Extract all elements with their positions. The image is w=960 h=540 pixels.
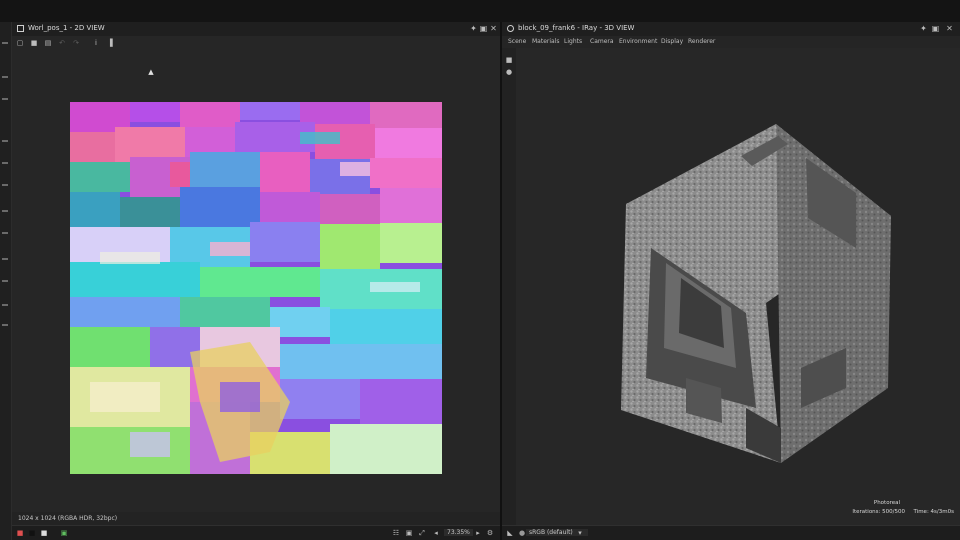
tool-icon[interactable] <box>2 210 8 212</box>
menu-camera[interactable]: Camera <box>590 38 614 45</box>
uv-texture-image <box>70 102 442 474</box>
resize-icon[interactable]: ◣ <box>506 529 514 537</box>
menu-scene[interactable]: Scene <box>508 38 526 45</box>
zoom-level[interactable]: 73.35% <box>444 529 473 536</box>
camera-icon[interactable]: ■ <box>505 56 513 64</box>
menu-environment[interactable]: Environment <box>619 38 657 45</box>
tool-icon[interactable] <box>2 280 8 282</box>
tool-icon[interactable] <box>2 42 8 44</box>
image-info-bar: 1024 x 1024 (RGBA HDR, 32bpc) <box>12 512 500 526</box>
histogram-icon[interactable]: ▐ <box>106 39 114 47</box>
2d-view-panel: Worl_pos_1 - 2D VIEW ✦ ▣ ✕ ▢ ■ ▤ ↶ ↷ i ▐ <box>12 22 500 540</box>
save-icon[interactable]: ■ <box>30 39 38 47</box>
settings-icon[interactable]: ⚙ <box>486 529 494 537</box>
left-tool-strip <box>0 22 12 540</box>
tool-icon[interactable] <box>2 140 8 142</box>
2d-canvas[interactable]: ▲ <box>12 50 500 526</box>
color-swatch-icon[interactable]: ■ <box>16 529 24 537</box>
color-profile-icon: ● <box>518 529 526 537</box>
2d-view-title: Worl_pos_1 - 2D VIEW <box>28 24 105 32</box>
redo-icon[interactable]: ↷ <box>72 39 80 47</box>
copy-icon[interactable]: ▤ <box>44 39 52 47</box>
menu-renderer[interactable]: Renderer <box>688 38 715 45</box>
2d-view-toolbar: ▢ ■ ▤ ↶ ↷ i ▐ <box>12 36 500 50</box>
menu-display[interactable]: Display <box>661 38 683 45</box>
close-icon[interactable]: ✕ <box>489 24 498 33</box>
tool-icon[interactable] <box>2 162 8 164</box>
tool-icon[interactable] <box>2 184 8 186</box>
light-bulb-icon[interactable]: ● <box>505 68 513 76</box>
3d-view-title: block_09_frank6 - IRay - 3D VIEW <box>518 24 635 32</box>
menu-materials[interactable]: Materials <box>532 38 560 45</box>
top-strip <box>0 0 960 23</box>
tool-icon[interactable] <box>2 258 8 260</box>
tool-icon[interactable] <box>2 304 8 306</box>
fit-icon[interactable]: ▢ <box>16 39 24 47</box>
3d-render-viewport[interactable]: Photoreal Iterations: 500/500 Time: 4s/3… <box>516 48 960 526</box>
tool-icon[interactable] <box>2 98 8 100</box>
3d-view-side-toolbar: ■ ● <box>502 48 516 526</box>
image-info-text: 1024 x 1024 (RGBA HDR, 32bpc) <box>18 515 118 522</box>
black-swatch-icon[interactable]: ■ <box>28 529 36 537</box>
menu-lights[interactable]: Lights <box>564 38 582 45</box>
tool-icon[interactable] <box>2 324 8 326</box>
grid-icon[interactable]: ☷ <box>392 529 400 537</box>
pin-icon[interactable]: ✦ <box>469 24 478 33</box>
2d-view-titlebar: Worl_pos_1 - 2D VIEW ✦ ▣ ✕ <box>12 22 500 37</box>
tool-icon[interactable] <box>2 76 8 78</box>
zoom-increase-icon[interactable]: ▸ <box>474 529 482 537</box>
pin-icon[interactable]: ✦ <box>919 24 928 33</box>
channel-icon[interactable]: ▣ <box>60 529 68 537</box>
globe-icon <box>507 25 514 32</box>
image-icon <box>17 25 24 32</box>
maximize-icon[interactable]: ▣ <box>931 24 940 33</box>
rendered-block-model <box>621 124 891 463</box>
expand-icon[interactable]: ⤢ <box>418 529 426 537</box>
iterations-label: Iterations: 500/500 <box>852 509 905 515</box>
2d-view-statusbar: ■ ■ ■ ▣ ☷ ▣ ⤢ ◂ 73.35% ▸ ⚙ <box>12 525 500 540</box>
info-icon[interactable]: i <box>92 39 100 47</box>
3d-view-menubar: Scene Materials Lights Camera Environmen… <box>502 36 960 48</box>
maximize-icon[interactable]: ▣ <box>479 24 488 33</box>
3d-view-panel: block_09_frank6 - IRay - 3D VIEW ✦ ▣ ✕ S… <box>502 22 960 540</box>
zoom-decrease-icon[interactable]: ◂ <box>432 529 440 537</box>
white-swatch-icon[interactable]: ■ <box>40 529 48 537</box>
undo-icon[interactable]: ↶ <box>58 39 66 47</box>
fit-view-icon[interactable]: ▣ <box>405 529 413 537</box>
3d-view-titlebar: block_09_frank6 - IRay - 3D VIEW ✦ ▣ ✕ <box>502 22 960 37</box>
chevron-down-icon[interactable]: ▾ <box>576 529 584 537</box>
tool-icon[interactable] <box>2 232 8 234</box>
mouse-cursor-icon: ▲ <box>148 68 154 76</box>
render-time-label: Time: 4s/3m0s <box>913 509 954 515</box>
close-icon[interactable]: ✕ <box>945 24 954 33</box>
render-mode-label: Photoreal <box>873 500 900 506</box>
3d-view-statusbar: ◣ ● sRGB (default) ▾ <box>502 525 960 540</box>
